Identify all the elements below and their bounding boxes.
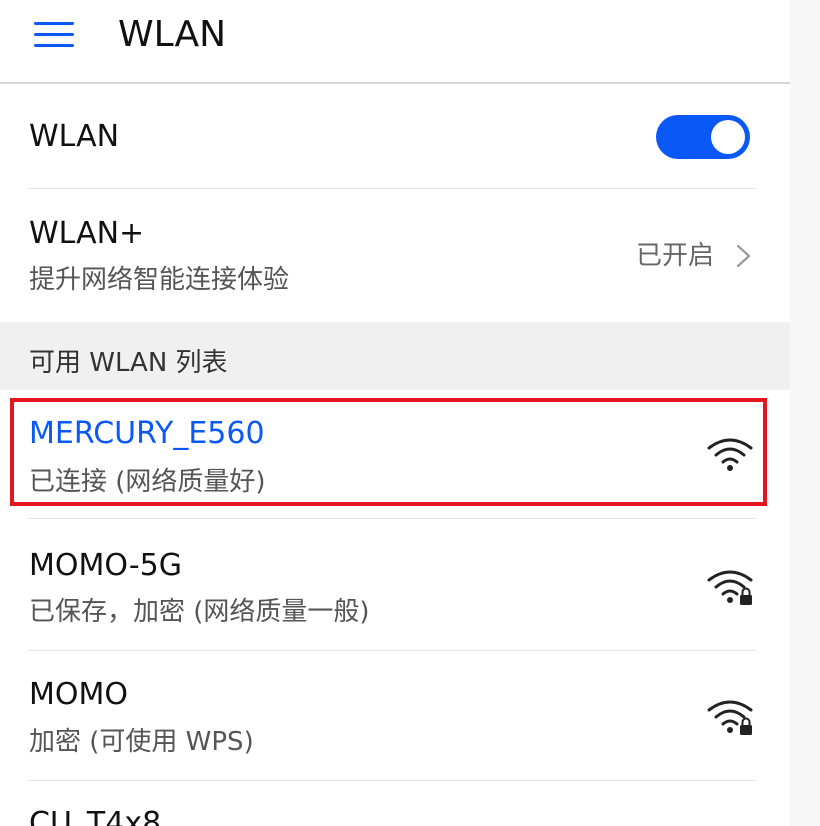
network-name: MOMO-5G <box>29 548 182 583</box>
wifi-network-item[interactable]: MOMO 加密 (可使用 WPS) <box>0 651 790 781</box>
page-title: WLAN <box>118 14 227 55</box>
wlan-plus-status: 已开启 <box>636 241 715 271</box>
toggle-knob <box>711 120 745 154</box>
background-edge <box>790 0 820 826</box>
wlan-toggle-switch[interactable] <box>656 115 750 159</box>
wifi-lock-icon <box>707 700 753 735</box>
section-label: 可用 WLAN 列表 <box>29 348 228 378</box>
wlan-plus-subtitle: 提升网络智能连接体验 <box>29 265 290 295</box>
network-name: CU_T4x8 <box>29 806 162 826</box>
wifi-network-item[interactable]: CU_T4x8 <box>0 781 790 826</box>
menu-icon[interactable] <box>34 18 74 50</box>
highlight-box <box>10 398 767 506</box>
network-name: MOMO <box>29 677 128 712</box>
wifi-network-item[interactable]: MOMO-5G 已保存，加密 (网络质量一般) <box>0 519 790 649</box>
wlan-plus-title: WLAN+ <box>29 216 145 251</box>
network-status: 加密 (可使用 WPS) <box>29 727 254 757</box>
wlan-toggle-label: WLAN <box>29 119 120 154</box>
wifi-lock-icon <box>707 570 753 605</box>
app-header: WLAN <box>0 0 790 84</box>
network-status: 已保存，加密 (网络质量一般) <box>29 597 370 627</box>
chevron-right-icon <box>736 244 751 268</box>
wlan-settings-page: WLAN WLAN WLAN+ 提升网络智能连接体验 已开启 可用 WLAN 列… <box>0 0 790 826</box>
